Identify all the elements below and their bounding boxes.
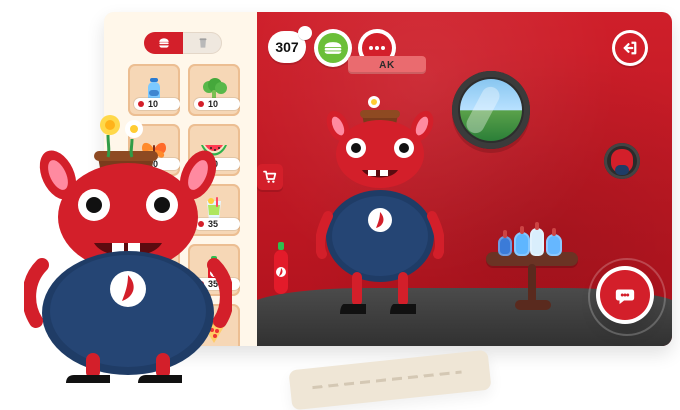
mini-portrait: [604, 143, 640, 179]
mini-character: [611, 149, 633, 175]
shop-cart-button[interactable]: [257, 164, 283, 190]
food-status-bubble[interactable]: [314, 29, 352, 67]
bottle: [546, 228, 562, 256]
center-monster: [315, 96, 445, 318]
cart-icon: [263, 170, 277, 183]
label-strip: AK: [348, 56, 426, 74]
category-toggle[interactable]: [144, 32, 222, 54]
bottle: [530, 222, 544, 256]
side-table-base: [515, 300, 551, 310]
burger-icon: [318, 33, 348, 63]
exit-button[interactable]: [612, 30, 648, 66]
chat-ring: [588, 258, 666, 336]
food-category-tab[interactable]: [144, 32, 183, 54]
sauce-bottle: [270, 242, 292, 296]
paper-note: [288, 349, 492, 410]
side-table-leg: [528, 264, 536, 304]
big-monster: [24, 105, 232, 383]
drink-category-tab[interactable]: [183, 32, 222, 54]
bottle: [514, 226, 530, 256]
chat-button[interactable]: [588, 258, 666, 336]
chili-icon: [298, 26, 312, 40]
exit-icon: [623, 41, 637, 55]
currency-counter: 307: [268, 26, 312, 63]
burger-icon: [158, 38, 169, 48]
porthole-window: [452, 71, 530, 149]
cup-icon: [199, 38, 206, 48]
bottle: [498, 230, 512, 256]
currency-count: 307: [275, 39, 299, 55]
